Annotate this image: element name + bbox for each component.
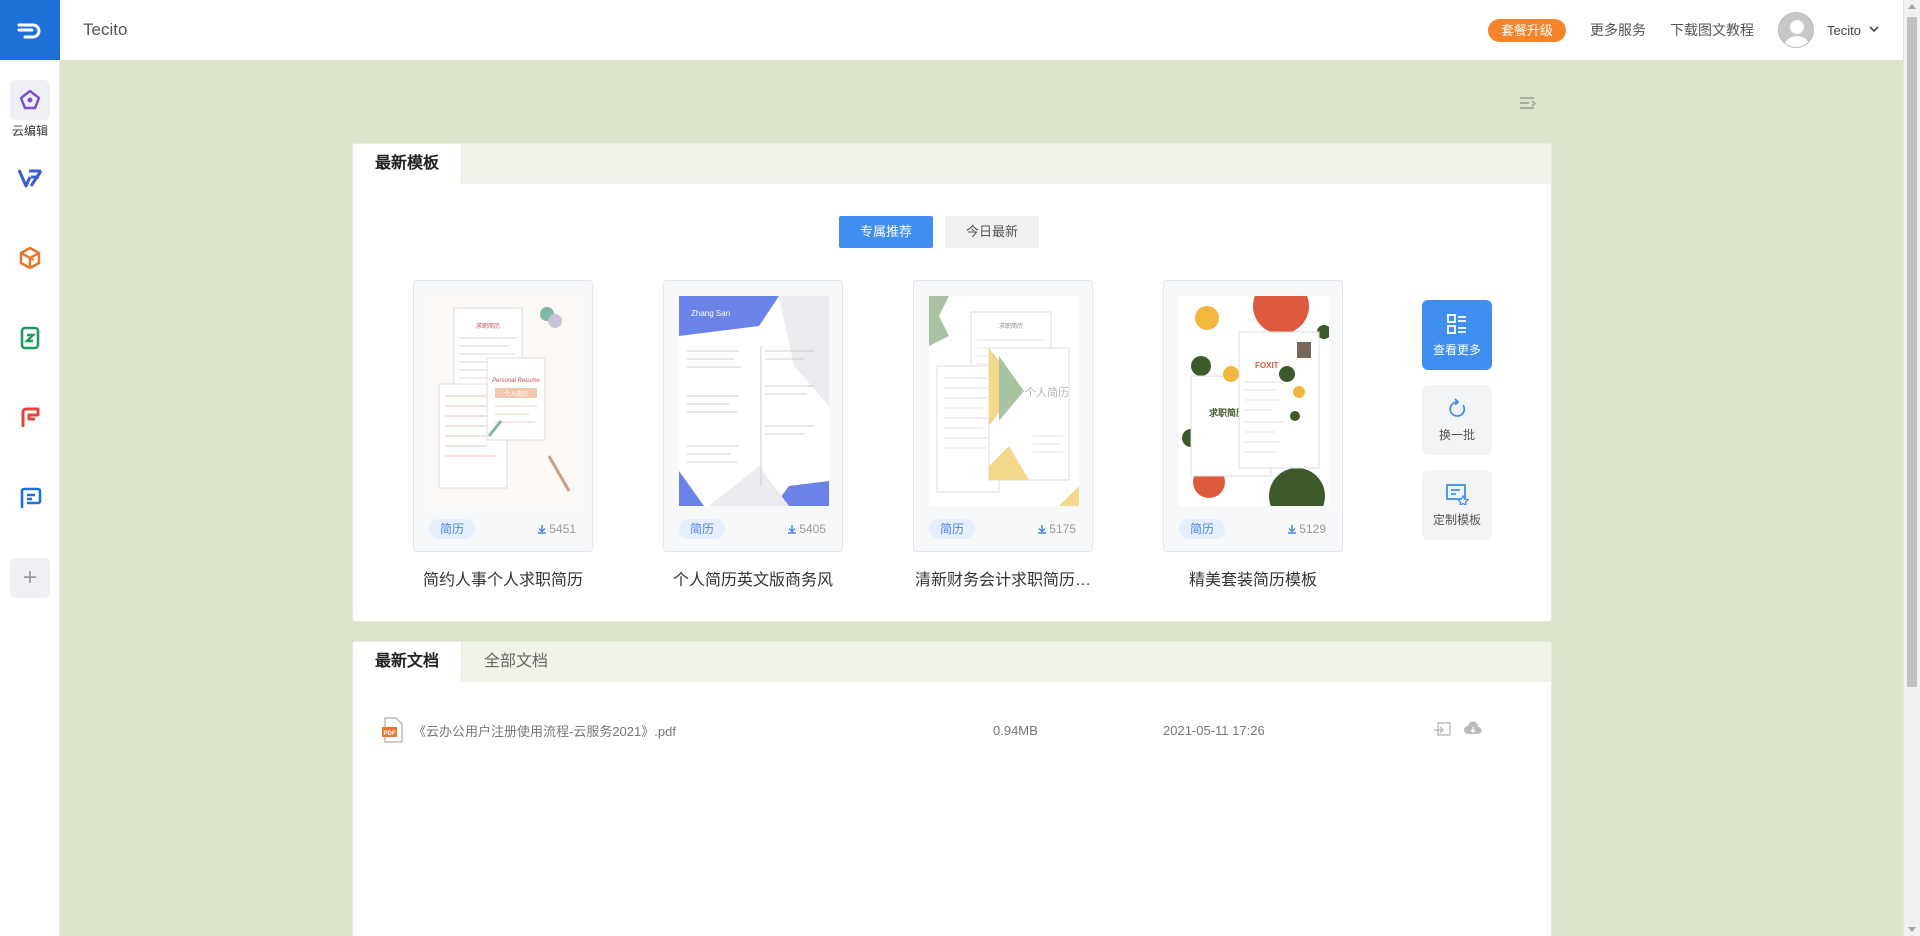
template-card[interactable]: 求职简历 FOXIT 简历 5129: [1163, 280, 1343, 552]
download-icon: [1288, 525, 1297, 534]
sidebar-item-cube[interactable]: [0, 238, 60, 278]
more-services-link[interactable]: 更多服务: [1590, 20, 1646, 40]
sidebar-item-chat[interactable]: [0, 478, 60, 518]
template-title[interactable]: 清新财务会计求职简历…: [903, 566, 1103, 590]
doc-icon: [10, 318, 50, 358]
tab-all-docs[interactable]: 全部文档: [462, 642, 570, 682]
template-card[interactable]: 求职简历 Personal Resume 个人简历 简历 5451: [413, 280, 593, 552]
template-thumbnail[interactable]: 求职简历 FOXIT: [1179, 296, 1329, 506]
thumb-heading: 求职简历: [476, 322, 500, 330]
tab-latest-docs[interactable]: 最新文档: [353, 642, 463, 682]
thumb-subtitle: 个人简历: [1025, 385, 1069, 399]
filter-today[interactable]: 今日最新: [945, 216, 1040, 248]
pdf-file-icon: PDF: [382, 717, 403, 743]
template-card[interactable]: Zhang San 简历 5405: [663, 280, 843, 552]
documents-panel: 最新文档 全部文档 PDF 《云办公用户注册使用流程-云服务2021》.pdf …: [352, 641, 1552, 936]
sidebar: 云编辑 +: [0, 0, 60, 936]
top-header: Tecito 套餐升级 更多服务 下载图文教程 Tecito: [60, 0, 1903, 60]
filter-recommended[interactable]: 专属推荐: [839, 216, 934, 248]
thumb-subtitle: 个人简历: [504, 390, 528, 398]
thumb-title: FOXIT: [1255, 361, 1279, 370]
svg-text:PDF: PDF: [384, 731, 396, 737]
tutorial-link[interactable]: 下载图文教程: [1670, 20, 1754, 40]
cloud-download-icon[interactable]: [1463, 720, 1483, 740]
table-row[interactable]: PDF 《云办公用户注册使用流程-云服务2021》.pdf 0.94MB 202…: [381, 716, 1551, 744]
refresh-batch-button[interactable]: 换一批: [1422, 385, 1492, 455]
cube-icon: [10, 238, 50, 278]
pdf-editor-icon: [10, 158, 50, 198]
download-icon: [1038, 525, 1047, 534]
scroll-thumb[interactable]: [1907, 17, 1917, 687]
template-filter: 专属推荐 今日最新: [839, 216, 1051, 248]
view-more-button[interactable]: 查看更多: [1422, 300, 1492, 370]
template-title[interactable]: 简约人事个人求职简历: [403, 566, 603, 590]
doc-date: 2021-05-11 17:26: [1163, 722, 1265, 738]
category-tag: 简历: [429, 519, 476, 539]
refresh-icon: [1449, 397, 1466, 417]
avatar[interactable]: [1778, 12, 1815, 48]
upgrade-button[interactable]: 套餐升级: [1488, 18, 1567, 42]
tab-latest-templates[interactable]: 最新模板: [353, 144, 463, 184]
sidebar-item-form[interactable]: [0, 398, 60, 438]
sidebar-item-label: 云编辑: [11, 124, 48, 138]
download-count: 5451: [537, 522, 576, 536]
move-icon[interactable]: [1433, 721, 1451, 739]
user-name[interactable]: Tecito: [1827, 23, 1861, 38]
template-thumbnail[interactable]: Zhang San: [679, 296, 829, 506]
download-count: 5405: [787, 522, 826, 536]
category-tag: 简历: [1179, 519, 1226, 539]
logo-icon: [17, 23, 41, 39]
scroll-up-arrow[interactable]: [1908, 4, 1916, 9]
custom-template-icon: [1446, 483, 1469, 505]
sidebar-item-pdf-editor[interactable]: [0, 158, 60, 198]
download-count: 5129: [1287, 522, 1326, 536]
form-icon: [10, 398, 50, 438]
thumb-name: Zhang San: [691, 309, 730, 318]
doc-size: 0.94MB: [993, 722, 1038, 738]
app-logo[interactable]: [0, 0, 60, 60]
custom-template-button[interactable]: 定制模板: [1422, 470, 1492, 540]
download-count: 5175: [1037, 522, 1076, 536]
download-icon: [538, 525, 547, 534]
grid-list-icon: [1447, 313, 1466, 334]
template-thumbnail[interactable]: 求职简历 个人简历: [929, 296, 1079, 506]
thumb-heading: 求职简历: [999, 322, 1023, 330]
template-card[interactable]: 求职简历 个人简历 简历 5175: [913, 280, 1093, 552]
chevron-down-icon[interactable]: [1869, 25, 1879, 36]
scroll-down-arrow[interactable]: [1908, 927, 1916, 932]
menu-toggle-icon[interactable]: [1519, 96, 1537, 112]
download-icon: [788, 525, 797, 534]
page-scrollbar[interactable]: [1903, 0, 1920, 936]
plus-icon: +: [22, 564, 37, 591]
app-title: Tecito: [83, 20, 128, 39]
add-app-button[interactable]: +: [10, 558, 50, 598]
user-icon: [1784, 20, 1811, 47]
template-title[interactable]: 精美套装简历模板: [1153, 566, 1353, 590]
chat-icon: [10, 478, 50, 518]
template-title[interactable]: 个人简历英文版商务风: [653, 566, 853, 590]
category-tag: 简历: [679, 519, 726, 539]
sidebar-item-cloud-edit[interactable]: 云编辑: [0, 80, 60, 139]
sidebar-item-doc[interactable]: [0, 318, 60, 358]
thumb-title: Personal Resume: [492, 378, 540, 384]
templates-panel: 最新模板 专属推荐 今日最新 求职简历 Personal Resume 个人简历: [352, 143, 1552, 622]
cloud-edit-icon: [10, 80, 50, 120]
category-tag: 简历: [929, 519, 976, 539]
doc-name[interactable]: 《云办公用户注册使用流程-云服务2021》.pdf: [413, 721, 993, 740]
template-thumbnail[interactable]: 求职简历 Personal Resume 个人简历: [429, 296, 579, 506]
